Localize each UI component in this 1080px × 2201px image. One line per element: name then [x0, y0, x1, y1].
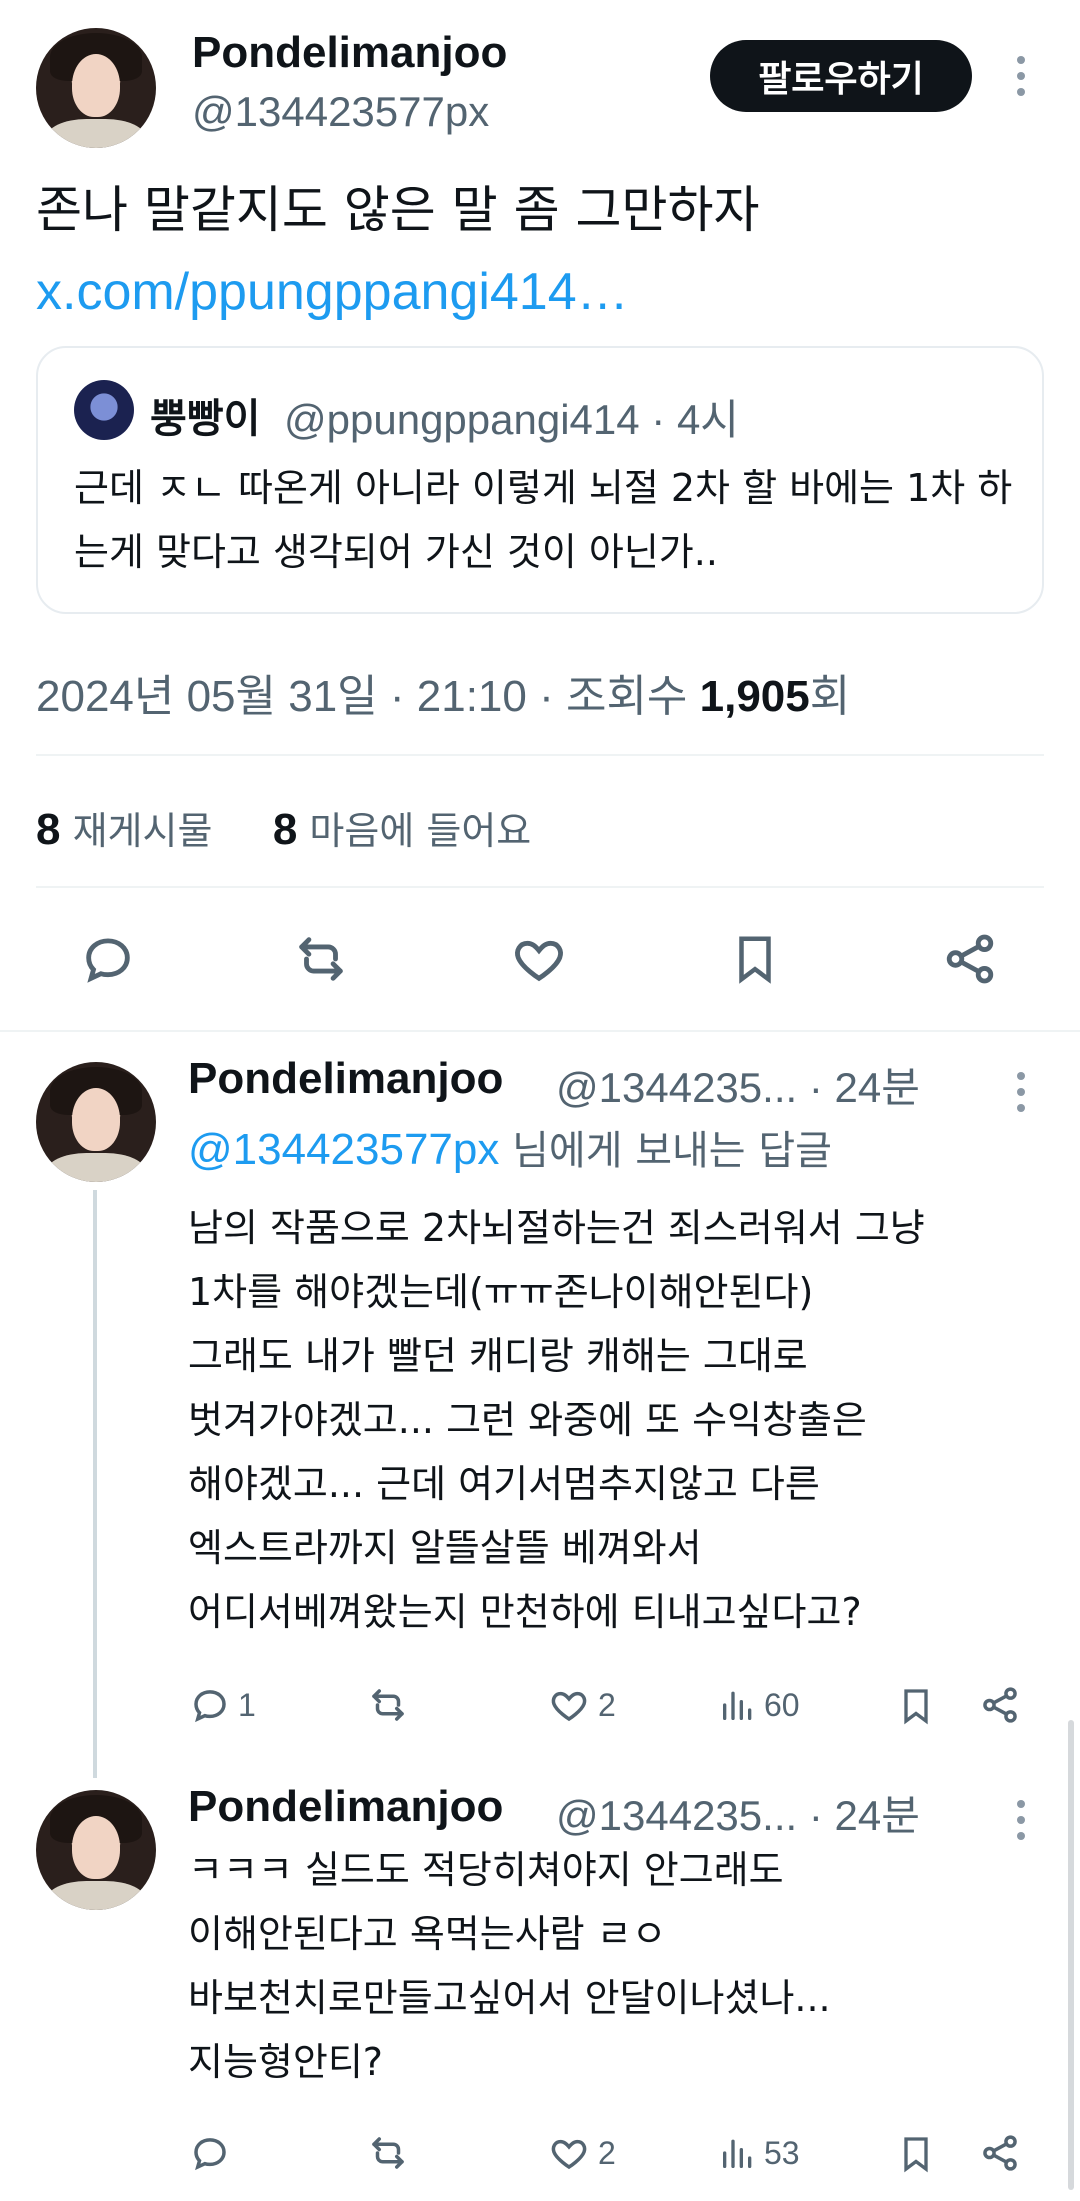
- share-button[interactable]: [978, 1684, 1022, 1726]
- repost-icon: [372, 2137, 404, 2169]
- tweet-text: 존나 말같지도 않은 말 좀 그만하자: [36, 181, 760, 239]
- tweet-link[interactable]: x.com/ppungppangi414…: [36, 262, 629, 322]
- quoted-text: 근데 ㅈㄴ 따온게 아니라 이렇게 뇌절 2차 할 바에는 1차 하는게 맞다고…: [74, 466, 1013, 574]
- reply-button[interactable]: [188, 2132, 232, 2174]
- views-icon: [723, 2139, 752, 2168]
- reply-icon: [194, 2138, 226, 2171]
- more-icon[interactable]: [1016, 56, 1026, 104]
- divider: [36, 886, 1044, 888]
- like-count: 2: [598, 1686, 616, 1723]
- divider: [36, 754, 1044, 756]
- reply-button[interactable]: 1: [188, 1684, 256, 1726]
- like-icon: [551, 1691, 587, 1722]
- like-count: 2: [598, 2134, 616, 2171]
- scrollbar[interactable]: [1068, 1720, 1074, 2190]
- reply-icon: [86, 938, 130, 983]
- reply-handle-time: @1344235... · 24분: [556, 1792, 920, 1839]
- share-button[interactable]: [978, 2132, 1022, 2174]
- timestamp-text: 2024년 05월 31일 · 21:10 · 조회수: [36, 672, 700, 721]
- reply-author-name[interactable]: Pondelimanjoo: [188, 1782, 503, 1832]
- engagement-stats: 8 재게시물 8 마음에 들어요: [36, 800, 531, 855]
- bookmark-button[interactable]: [728, 928, 782, 990]
- repost-button[interactable]: [288, 930, 354, 988]
- repost-button[interactable]: [364, 1684, 412, 1726]
- bookmark-button[interactable]: [896, 2132, 936, 2176]
- quoted-name: 뿡빵이: [150, 396, 261, 442]
- reply-author-name[interactable]: Pondelimanjoo: [188, 1054, 503, 1104]
- reply-handle-time: @1344235... · 24분: [556, 1064, 920, 1111]
- bookmark-icon: [739, 936, 771, 984]
- view-count: 60: [764, 1686, 800, 1723]
- more-icon[interactable]: [1016, 1072, 1026, 1120]
- follow-button[interactable]: 팔로우하기: [710, 40, 972, 112]
- repost-button[interactable]: [364, 2132, 412, 2174]
- view-count: 1,905: [699, 672, 810, 721]
- quoted-handle: @ppungppangi414 · 4시: [284, 396, 739, 443]
- like-icon: [551, 2139, 587, 2170]
- author-avatar[interactable]: [36, 28, 156, 148]
- views-button[interactable]: 53: [718, 2132, 800, 2174]
- thread-line: [93, 1190, 97, 1778]
- bookmark-button[interactable]: [896, 1684, 936, 1728]
- reposts-stat[interactable]: 8 재게시물: [36, 805, 212, 854]
- bookmark-icon: [904, 1689, 928, 1725]
- reply-icon: [194, 1690, 226, 1723]
- share-icon: [983, 1687, 1017, 1723]
- like-icon: [515, 940, 563, 982]
- reply-avatar[interactable]: [36, 1790, 156, 1910]
- share-icon: [983, 2135, 1017, 2171]
- likes-stat[interactable]: 8 마음에 들어요: [273, 805, 531, 854]
- quoted-avatar: [74, 380, 134, 440]
- like-button[interactable]: 2: [546, 2132, 616, 2174]
- tweet-meta: 2024년 05월 31일 · 21:10 · 조회수 1,905회: [36, 660, 850, 724]
- replying-to: @134423577px 님에게 보내는 답글: [188, 1125, 832, 1174]
- views-icon: [723, 1691, 752, 1720]
- bookmark-icon: [904, 2137, 928, 2173]
- views-button[interactable]: 60: [718, 1684, 800, 1726]
- share-button[interactable]: [940, 930, 1000, 988]
- like-button[interactable]: 2: [546, 1684, 616, 1726]
- reply-text: 남의 작품으로 2차뇌절하는건 죄스러워서 그냥 1차를 해야겠는데(ㅠㅠ존나이…: [188, 1206, 925, 1634]
- reply-text: ㅋㅋㅋ 실드도 적당히쳐야지 안그래도 이해안된다고 욕먹는사람 ㄹㅇ 바보천치…: [188, 1848, 831, 2084]
- divider: [0, 1030, 1080, 1032]
- views-suffix: 회: [809, 672, 851, 721]
- view-count: 53: [764, 2134, 800, 2171]
- reply-avatar[interactable]: [36, 1062, 156, 1182]
- reply-button[interactable]: [78, 930, 138, 988]
- share-icon: [946, 934, 994, 984]
- quoted-tweet[interactable]: 뿡빵이 @ppungppangi414 · 4시 근데 ㅈㄴ 따온게 아니라 이…: [36, 346, 1044, 614]
- author-handle[interactable]: @134423577px: [192, 88, 489, 136]
- author-name[interactable]: Pondelimanjoo: [192, 28, 507, 78]
- like-button[interactable]: [508, 930, 570, 988]
- repost-icon: [372, 1689, 404, 1721]
- reply-count: 1: [238, 1686, 256, 1723]
- replying-mention[interactable]: @134423577px: [188, 1125, 499, 1174]
- repost-icon: [299, 937, 343, 981]
